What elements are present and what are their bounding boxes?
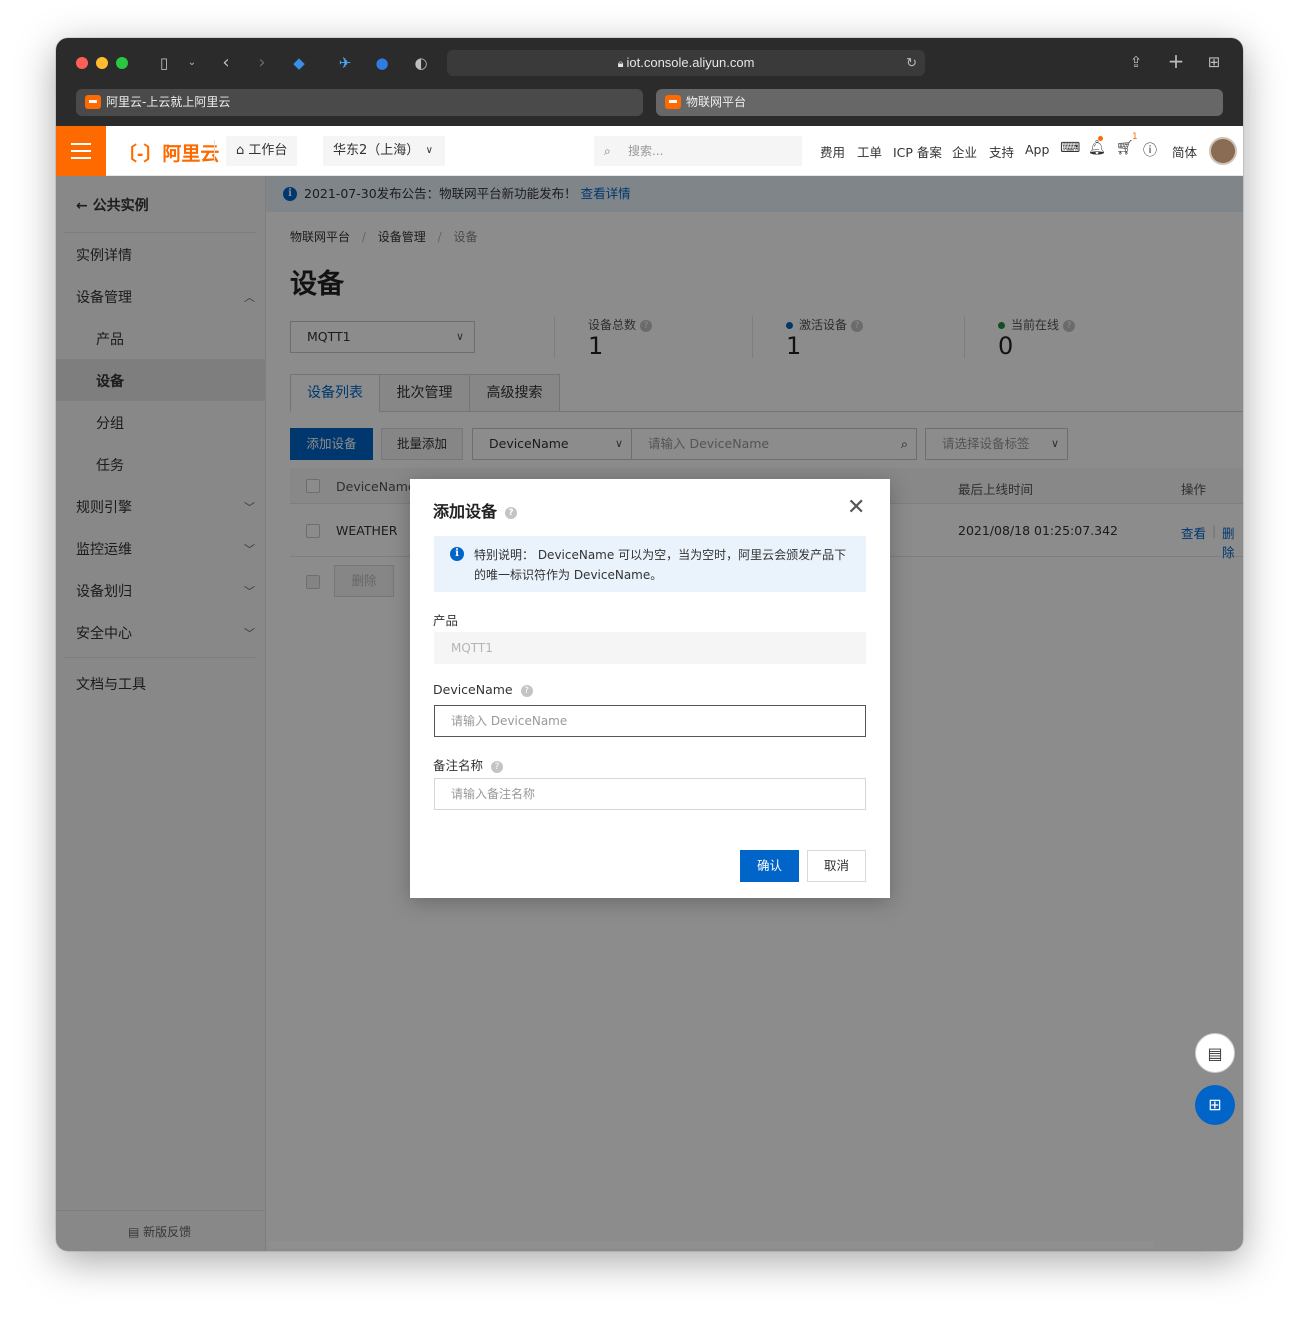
product-label: 产品 — [433, 613, 459, 628]
chevron-down-icon[interactable]: ⌄ — [184, 53, 200, 73]
tab-title: 物联网平台 — [686, 95, 747, 109]
help-icon[interactable]: ? — [520, 684, 533, 697]
chat-icon[interactable]: ▤ — [1195, 1033, 1235, 1073]
close-icon[interactable]: ✕ — [847, 495, 865, 520]
workbench-button[interactable]: ⌂ 工作台 — [226, 136, 298, 166]
browser-window: ▯ ⌄ ‹ › ◆ ✈ ● ◐ 🔒︎ iot.console.aliyun.co… — [56, 38, 1243, 1251]
globe-extension-icon[interactable]: ● — [373, 53, 391, 73]
search-input[interactable]: ⌕ 搜索... — [594, 136, 802, 166]
minimize-window-button[interactable] — [96, 57, 108, 69]
tab-overview-icon[interactable]: ⊞ — [1204, 52, 1224, 72]
aliyun-favicon-icon — [665, 95, 681, 109]
tab-iot-platform[interactable]: 物联网平台 — [656, 89, 1223, 116]
topbar-link-billing[interactable]: 费用 — [820, 142, 845, 161]
extension-icon[interactable]: ◆ — [290, 53, 308, 73]
tab-aliyun-home[interactable]: 阿里云-上云就上阿里云 — [76, 89, 643, 116]
topbar-link-app[interactable]: App — [1025, 142, 1049, 157]
logo-text: 阿里云 — [162, 144, 220, 165]
home-icon: ⌂ — [236, 143, 249, 158]
topbar-link-icp[interactable]: ICP 备案 — [893, 142, 942, 161]
region-select[interactable]: 华东2（上海） ∨ — [323, 136, 445, 166]
notification-dot — [1098, 136, 1103, 141]
devicename-label: DeviceName? — [433, 682, 533, 697]
nickname-input[interactable]: 请输入备注名称 — [434, 778, 866, 810]
address-bar[interactable]: 🔒︎ iot.console.aliyun.com ↻ — [447, 50, 925, 76]
reload-icon[interactable]: ↻ — [906, 50, 917, 76]
sidebar-toggle-icon[interactable]: ▯ — [154, 53, 174, 73]
avatar[interactable] — [1209, 137, 1237, 165]
nickname-label-text: 备注名称 — [433, 758, 484, 773]
nickname-label: 备注名称? — [433, 755, 504, 774]
share-icon[interactable]: ⇪ — [1126, 52, 1146, 72]
shield-icon[interactable]: ◐ — [412, 53, 430, 73]
help-icon[interactable]: ? — [491, 760, 504, 773]
product-field: MQTT1 — [434, 632, 866, 664]
url-text: iot.console.aliyun.com — [626, 55, 755, 70]
tab-title: 阿里云-上云就上阿里云 — [106, 95, 231, 109]
chevron-down-icon: ∨ — [425, 145, 433, 156]
bell-icon[interactable]: 🔔︎ — [1088, 140, 1106, 156]
console-topbar: 〔-〕阿里云 ⌂ 工作台 华东2（上海） ∨ ⌕ 搜索... 费用 工单 ICP… — [56, 126, 1243, 176]
dialog-title: 添加设备? — [433, 498, 518, 522]
cart-icon[interactable]: 🛒︎ — [1116, 140, 1134, 156]
topbar-link-enterprise[interactable]: 企业 — [952, 142, 977, 161]
confirm-button[interactable]: 确认 — [740, 850, 799, 882]
devicename-input[interactable]: 请输入 DeviceName — [434, 705, 866, 737]
bird-extension-icon[interactable]: ✈ — [336, 53, 354, 73]
back-icon[interactable]: ‹ — [218, 53, 234, 73]
region-label: 华东2（上海） — [333, 143, 420, 158]
aliyun-logo[interactable]: 〔-〕阿里云 — [118, 139, 219, 166]
topbar-link-support[interactable]: 支持 — [989, 142, 1014, 161]
zoom-window-button[interactable] — [116, 57, 128, 69]
topbar-link-ticket[interactable]: 工单 — [857, 142, 882, 161]
cancel-button[interactable]: 取消 — [807, 850, 866, 882]
add-device-dialog: 添加设备? ✕ i 特别说明： DeviceName 可以为空，当为空时，阿里云… — [410, 479, 890, 898]
browser-chrome: ▯ ⌄ ‹ › ◆ ✈ ● ◐ 🔒︎ iot.console.aliyun.co… — [56, 38, 1243, 126]
close-window-button[interactable] — [76, 57, 88, 69]
dialog-title-text: 添加设备 — [433, 502, 498, 521]
aliyun-favicon-icon — [85, 95, 101, 109]
apps-icon[interactable]: ⊞ — [1195, 1085, 1235, 1125]
horizontal-scrollbar[interactable] — [268, 1241, 1155, 1248]
search-placeholder: 搜索... — [628, 144, 664, 158]
terminal-icon[interactable]: ⌨ — [1060, 140, 1080, 156]
search-icon: ⌕ — [604, 144, 611, 158]
help-icon[interactable]: ? — [505, 506, 518, 519]
menu-button[interactable] — [56, 126, 106, 176]
cart-badge: 1 — [1132, 132, 1138, 142]
language-switch[interactable]: 简体 — [1172, 142, 1197, 161]
devicename-label-text: DeviceName — [433, 682, 513, 697]
new-tab-icon[interactable]: + — [1166, 51, 1186, 71]
alert-text: 特别说明： DeviceName 可以为空，当为空时，阿里云会颁发产品下的唯一标… — [474, 548, 847, 582]
dialog-alert: i 特别说明： DeviceName 可以为空，当为空时，阿里云会颁发产品下的唯… — [434, 536, 866, 592]
workbench-label: 工作台 — [248, 143, 288, 158]
divider — [214, 140, 215, 162]
info-icon: i — [450, 547, 464, 561]
help-icon[interactable]: ⓘ — [1143, 140, 1157, 160]
lock-icon: 🔒︎ — [617, 58, 627, 70]
forward-icon[interactable]: › — [254, 53, 270, 73]
